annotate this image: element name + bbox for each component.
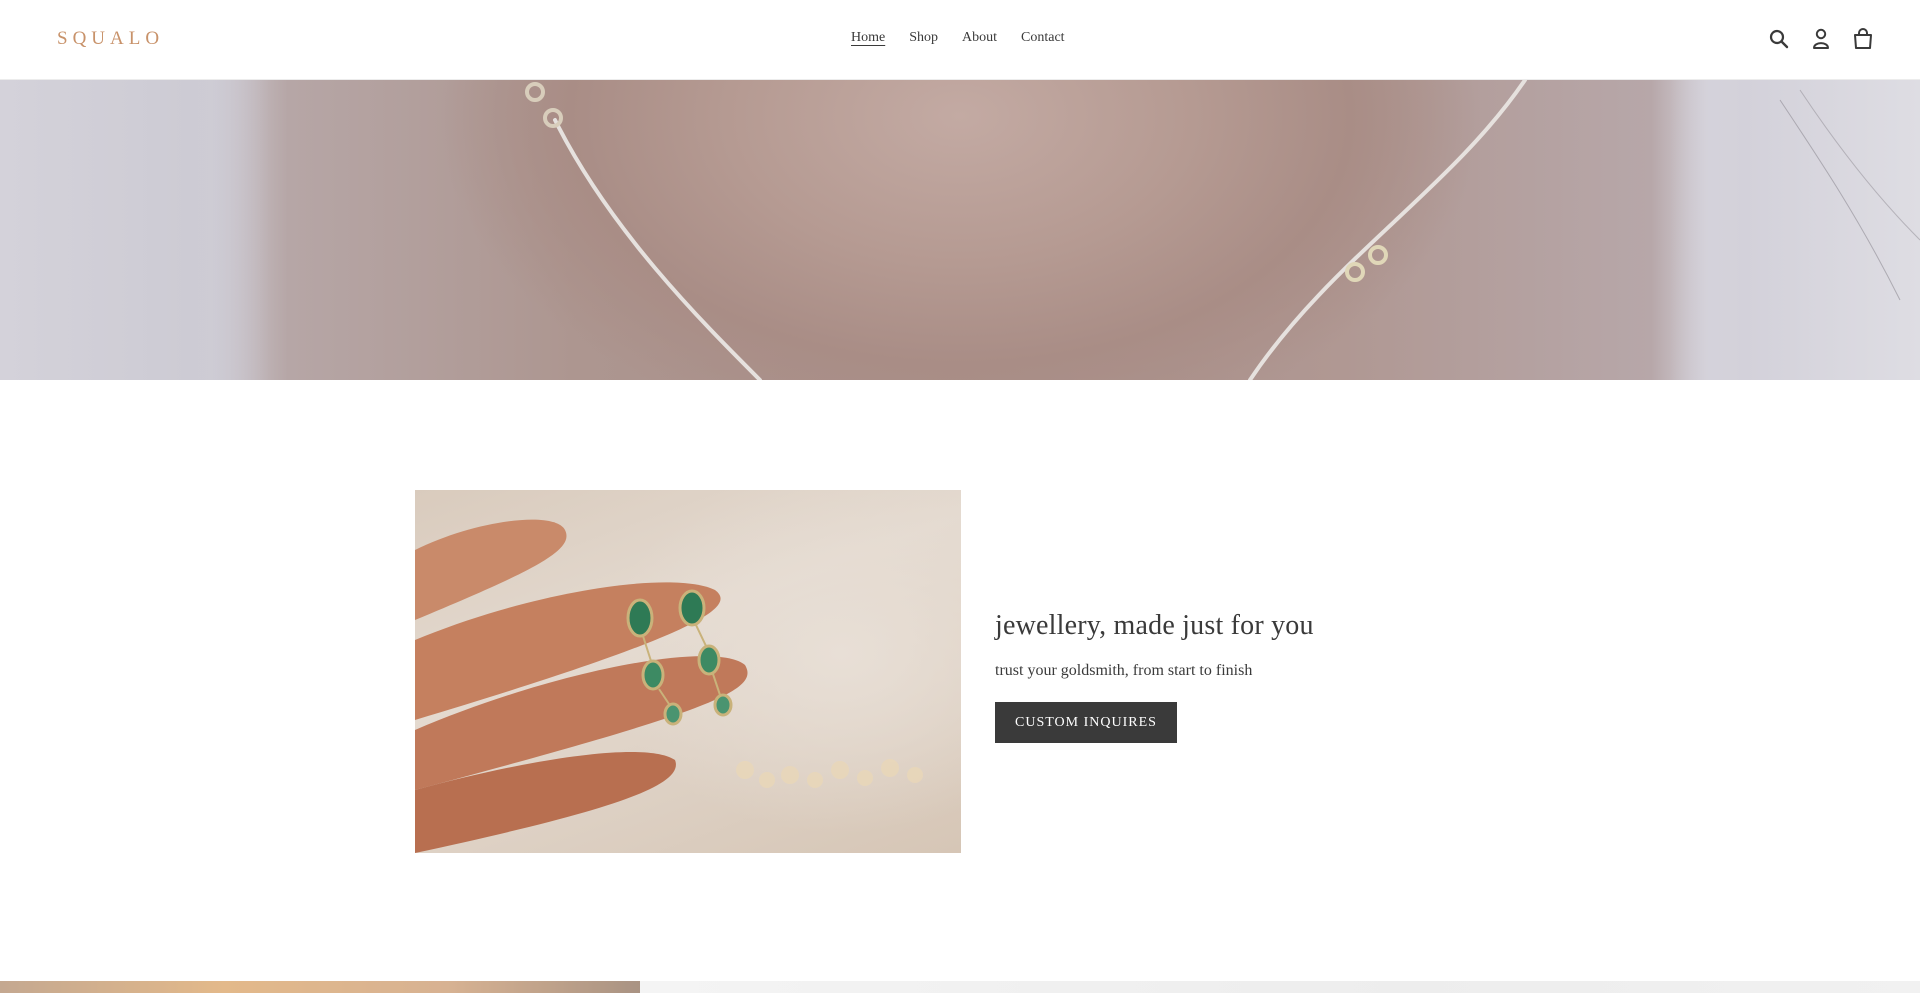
feature-title: jewellery, made just for you: [995, 610, 1314, 641]
next-section-panel: [640, 981, 1920, 993]
cart-icon[interactable]: [1852, 27, 1874, 51]
account-icon[interactable]: [1810, 27, 1832, 51]
custom-inquiries-button[interactable]: CUSTOM INQUIRES: [995, 702, 1177, 743]
feature-subtitle: trust your goldsmith, from start to fini…: [995, 662, 1253, 679]
header-icons: [1768, 27, 1874, 51]
nav-shop[interactable]: Shop: [909, 30, 938, 46]
logo[interactable]: SQUALO: [57, 28, 164, 50]
main-nav: Home Shop About Contact: [851, 30, 1065, 46]
nav-home[interactable]: Home: [851, 30, 885, 46]
hero-banner: [0, 80, 1920, 380]
search-icon[interactable]: [1768, 27, 1790, 51]
nav-contact[interactable]: Contact: [1021, 30, 1065, 46]
nav-about[interactable]: About: [962, 30, 997, 46]
necklace-illustration: [525, 80, 1920, 380]
next-section-image: [0, 981, 640, 993]
earrings-image: [415, 490, 961, 853]
feature-text-block: jewellery, made just for you trust your …: [995, 610, 1314, 743]
site-header: SQUALO Home Shop About Contact: [0, 0, 1920, 80]
